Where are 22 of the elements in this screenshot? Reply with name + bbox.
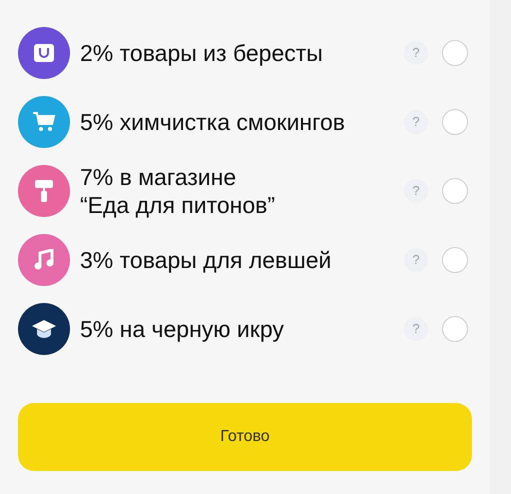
radio-button[interactable] [442, 178, 468, 204]
help-button[interactable]: ? [404, 317, 428, 341]
option-label: 2% товары из бересты [80, 39, 324, 67]
help-button[interactable]: ? [404, 110, 428, 134]
cart-icon [32, 111, 56, 133]
option-label: 5% химчистка смокингов [80, 108, 346, 136]
option-label: 5% на черную икру [80, 315, 285, 343]
option-label: “Еда для питонов” [80, 191, 276, 219]
done-button[interactable]: Готово [18, 403, 472, 471]
help-button[interactable]: ? [404, 248, 428, 272]
radio-button[interactable] [442, 316, 468, 342]
bag-icon [33, 43, 55, 63]
option-label: 3% товары для левшей [80, 246, 332, 274]
graduation-cap-icon [31, 319, 57, 339]
option-label: 7% в магазине [80, 163, 238, 191]
radio-button[interactable] [442, 40, 468, 66]
help-button[interactable]: ? [404, 179, 428, 203]
help-button[interactable]: ? [404, 41, 428, 65]
paint-roller-icon [34, 179, 54, 203]
radio-button[interactable] [442, 109, 468, 135]
music-note-icon [34, 249, 54, 271]
radio-button[interactable] [442, 247, 468, 273]
